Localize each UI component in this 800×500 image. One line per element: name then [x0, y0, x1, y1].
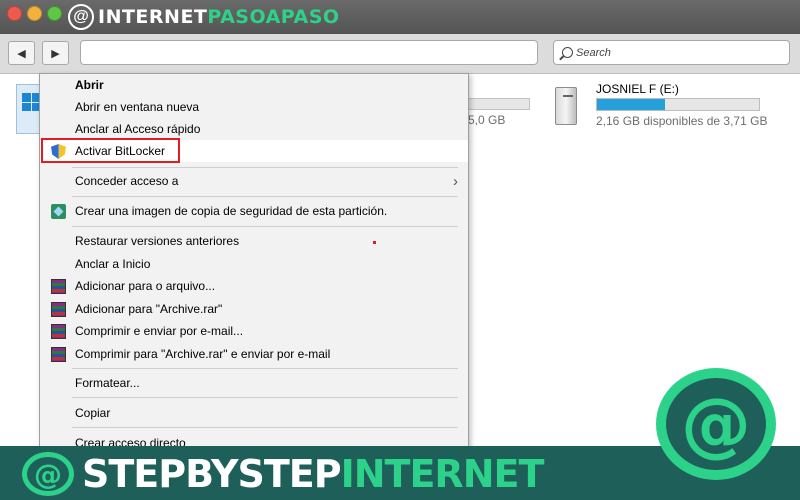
menu-item-add-archive[interactable]: Adicionar para o arquivo... — [40, 275, 468, 297]
menu-item-add-archive-rar[interactable]: Adicionar para "Archive.rar" — [40, 298, 468, 320]
menu-item-grant-access-label: Conceder acceso a — [75, 174, 179, 188]
menu-separator — [72, 427, 458, 428]
menu-item-compress-email-label: Comprimir e enviar por e-mail... — [75, 324, 244, 338]
menu-item-format[interactable]: Formatear... — [40, 372, 468, 394]
menu-item-grant-access[interactable]: Conceder acceso a › — [40, 170, 468, 192]
search-input[interactable]: Search — [553, 40, 790, 65]
zoom-window-button[interactable] — [47, 6, 62, 21]
drive-c-size: 5,0 GB — [468, 113, 506, 127]
menu-item-pin-quick-access[interactable]: Anclar al Acceso rápido — [40, 118, 468, 140]
brand-prefix: INTERNET — [98, 6, 208, 28]
menu-item-pin-start[interactable]: Anclar a Inicio — [40, 253, 468, 275]
winrar-icon — [51, 347, 66, 362]
drive-e-free-space: 2,16 GB disponibles de 3,71 GB — [596, 114, 768, 128]
brand-watermark: @ INTERNETPASOAPASO — [68, 4, 340, 30]
drive-e-usage-fill — [597, 99, 666, 110]
back-button[interactable]: ◀ — [8, 41, 35, 65]
menu-item-restore-versions[interactable]: Restaurar versiones anteriores — [40, 230, 468, 252]
menu-separator — [72, 196, 458, 197]
drive-e-name[interactable]: JOSNIEL F (E:) — [596, 82, 679, 96]
watermark-large-at-icon: @ — [656, 368, 776, 480]
hard-drive-icon[interactable] — [553, 85, 580, 127]
menu-item-backup-image-label: Crear una imagen de copia de seguridad d… — [75, 204, 388, 218]
red-dot-marker — [373, 241, 376, 244]
highlight-box — [41, 138, 180, 163]
winrar-icon — [51, 324, 66, 339]
winrar-icon — [51, 279, 66, 294]
arrow-right-icon: ▶ — [51, 47, 60, 60]
menu-separator — [72, 397, 458, 398]
brand-logo-icon: @ — [68, 4, 94, 30]
menu-item-add-archive-rar-label: Adicionar para "Archive.rar" — [75, 302, 223, 316]
forward-button[interactable]: ▶ — [42, 41, 69, 65]
search-placeholder: Search — [576, 46, 611, 59]
menu-separator — [72, 368, 458, 369]
arrow-left-icon: ◀ — [17, 47, 26, 60]
menu-item-backup-image[interactable]: Crear una imagen de copia de seguridad d… — [40, 200, 468, 222]
toolbar: ◀ ▶ Search — [0, 34, 800, 74]
drive-c-usage-bar — [468, 98, 530, 110]
menu-item-add-archive-label: Adicionar para o arquivo... — [75, 279, 216, 293]
drive-e-usage-bar — [596, 98, 760, 111]
winrar-icon — [51, 302, 66, 317]
address-bar[interactable] — [80, 40, 538, 65]
menu-item-compress-rar-email[interactable]: Comprimir para "Archive.rar" e enviar po… — [40, 343, 468, 365]
menu-item-copy[interactable]: Copiar — [40, 402, 468, 424]
menu-separator — [72, 226, 458, 227]
menu-item-compress-rar-email-label: Comprimir para "Archive.rar" e enviar po… — [75, 347, 331, 361]
menu-item-compress-email[interactable]: Comprimir e enviar por e-mail... — [40, 320, 468, 342]
minimize-window-button[interactable] — [27, 6, 42, 21]
menu-item-open-new-window[interactable]: Abrir en ventana nueva — [40, 96, 468, 118]
watermark-at-icon: @ — [22, 452, 74, 496]
chevron-right-icon: › — [453, 173, 458, 190]
backup-icon — [51, 204, 66, 219]
watermark-text-accent: INTERNET — [340, 452, 545, 496]
title-bar: @ INTERNETPASOAPASO — [0, 0, 800, 34]
watermark-text: STEPBYSTEPINTERNET — [82, 452, 545, 496]
brand-accent: PASOAPASO — [207, 6, 340, 28]
brand-text: INTERNETPASOAPASO — [98, 6, 340, 28]
watermark-text-prefix: STEPBYSTEP — [82, 452, 342, 496]
windows-logo-icon — [22, 93, 40, 111]
close-window-button[interactable] — [7, 6, 22, 21]
menu-item-open[interactable]: Abrir — [40, 74, 468, 96]
menu-separator — [72, 167, 458, 168]
search-icon — [562, 47, 573, 58]
